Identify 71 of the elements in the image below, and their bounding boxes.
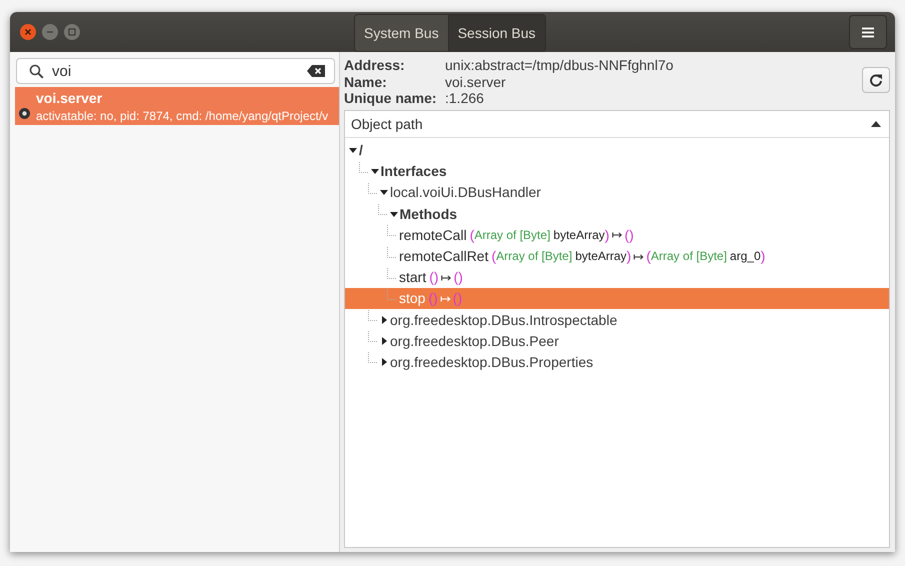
refresh-icon — [869, 73, 883, 87]
expanded-arrow-icon[interactable] — [370, 167, 378, 176]
tree-row[interactable]: Interfaces — [345, 160, 889, 182]
expanded-arrow-icon[interactable] — [349, 146, 357, 154]
field-value: :1.266 — [445, 90, 485, 106]
parenthesis: ( — [470, 226, 474, 243]
tree-row[interactable]: remoteCall (Array of [Byte] byteArray)↦() — [345, 224, 889, 246]
arg-name: byteArray — [575, 249, 627, 264]
path-label: / — [359, 142, 363, 158]
field-label: Name: — [344, 74, 388, 90]
maps-to-arrow: ↦ — [611, 227, 622, 242]
column-title: Object path — [351, 116, 424, 132]
tree-row[interactable]: org.freedesktop.DBus.Introspectable — [345, 309, 889, 330]
method-name: remoteCallRet — [399, 248, 488, 264]
service-detail: activatable: no, pid: 7874, cmd: /home/yang/qtProject/v — [36, 108, 328, 122]
parenthesis: ) — [626, 248, 632, 264]
tree-row[interactable]: remoteCallRet (Array of [Byte] byteArray)↦(Array of [Byte] arg_0) — [345, 245, 889, 267]
interface-name: org.freedesktop.DBus.Properties — [390, 354, 594, 370]
field-value: unix:abstract=/tmp/dbus-NNFfghnl7o — [445, 57, 674, 74]
tree-row[interactable]: / — [345, 140, 889, 161]
bus-tab[interactable]: System Bus — [355, 15, 448, 51]
arg-type: Array of [Byte] — [474, 228, 550, 242]
maps-to-arrow: ↦ — [440, 270, 452, 285]
collapsed-arrow-icon[interactable] — [380, 336, 388, 345]
interface-name: org.freedesktop.DBus.Introspectable — [390, 312, 618, 328]
parenthesis: () — [624, 226, 634, 243]
tree-row[interactable]: Methods — [345, 203, 889, 224]
field-label: Address: — [344, 57, 406, 74]
parenthesis: ( — [491, 248, 496, 264]
tree-row[interactable]: org.freedesktop.DBus.Peer — [345, 330, 889, 352]
field-value: voi.server — [445, 74, 507, 90]
service-name: voi.server — [36, 90, 104, 106]
group-label: Interfaces — [380, 163, 447, 180]
menu-icon — [862, 26, 874, 38]
bus-tab[interactable]: Session Bus — [448, 15, 545, 51]
field-label: Unique name: — [344, 90, 438, 106]
refresh-button[interactable] — [862, 67, 890, 93]
interface-name: local.voiUi.DBusHandler — [390, 184, 541, 200]
minimize-icon[interactable] — [42, 24, 58, 40]
parenthesis: () — [454, 269, 463, 286]
parenthesis: ) — [604, 226, 610, 243]
expanded-arrow-icon[interactable] — [380, 188, 388, 196]
method-name: start — [399, 269, 426, 286]
collapsed-arrow-icon[interactable] — [380, 316, 388, 324]
parenthesis: () — [429, 269, 439, 286]
menu-button[interactable] — [849, 15, 887, 49]
clear-icon[interactable] — [307, 65, 325, 77]
interface-name: org.freedesktop.DBus.Peer — [390, 332, 559, 349]
method-name: stop — [399, 290, 426, 306]
parenthesis: () — [428, 290, 438, 306]
arg-type: Array of [Byte] — [496, 249, 572, 264]
maps-to-arrow: ↦ — [633, 248, 644, 264]
parenthesis: () — [452, 290, 462, 306]
maximize-icon[interactable] — [64, 24, 80, 40]
collapsed-arrow-icon[interactable] — [380, 358, 388, 366]
group-label: Methods — [400, 206, 458, 222]
arg-name: arg_0 — [730, 249, 761, 264]
tree-row[interactable]: local.voiUi.DBusHandler — [345, 182, 889, 204]
tree-row[interactable]: org.freedesktop.DBus.Properties — [345, 351, 889, 373]
parenthesis: ) — [760, 248, 766, 264]
tree-row[interactable]: start ()↦() — [345, 266, 889, 288]
close-icon[interactable] — [20, 24, 36, 40]
search-icon — [29, 64, 44, 79]
arg-type: Array of [Byte] — [650, 249, 727, 264]
expanded-arrow-icon[interactable] — [390, 210, 398, 218]
search-field[interactable]: voi — [16, 58, 335, 84]
method-name: remoteCall — [399, 226, 467, 243]
arg-name: byteArray — [553, 228, 605, 242]
sort-up-icon — [871, 120, 881, 126]
maps-to-arrow: ↦ — [440, 290, 451, 306]
parenthesis: ( — [646, 248, 651, 264]
